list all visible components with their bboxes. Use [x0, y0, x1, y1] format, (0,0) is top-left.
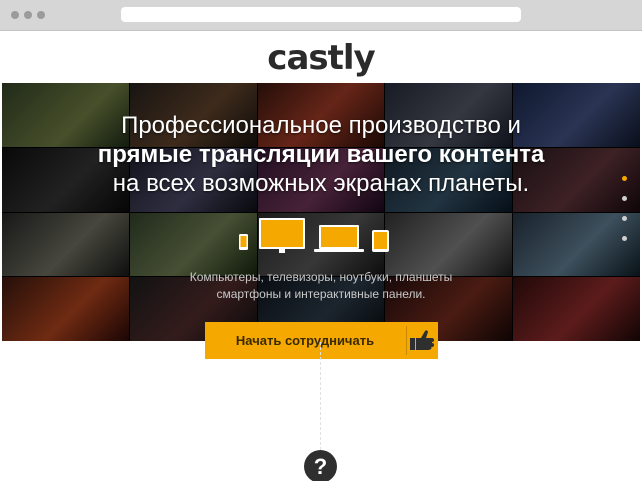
- hero-section: Профессиональное производство и прямые т…: [2, 83, 640, 341]
- window-close-dot[interactable]: [11, 11, 19, 19]
- slider-dots: [622, 176, 630, 246]
- hand-pointer-icon: [410, 330, 434, 350]
- address-bar[interactable]: [121, 7, 521, 22]
- page: castly Профессиональное производство и п…: [0, 31, 642, 481]
- subtitle-line-2: смартфоны и интерактивные панели.: [216, 287, 426, 301]
- slider-dot[interactable]: [622, 176, 627, 181]
- window-minimize-dot[interactable]: [24, 11, 32, 19]
- brand-logo[interactable]: castly: [0, 37, 642, 79]
- devices-icon: [239, 218, 389, 253]
- window-maximize-dot[interactable]: [37, 11, 45, 19]
- cta-label: Начать сотрудничать: [235, 333, 375, 348]
- cta-divider: [406, 326, 407, 355]
- question-icon[interactable]: ?: [304, 450, 337, 481]
- phone-icon: [239, 234, 248, 250]
- headline-line-1: Профессиональное производство и: [121, 112, 521, 139]
- laptop-icon: [314, 225, 364, 252]
- slider-dot[interactable]: [622, 236, 627, 241]
- start-cooperation-button[interactable]: Начать сотрудничать: [205, 322, 438, 359]
- slider-dot[interactable]: [622, 216, 627, 221]
- headline-line-3: на всех возможных экранах планеты.: [112, 170, 530, 197]
- browser-window: castly Профессиональное производство и п…: [0, 0, 642, 481]
- headline-line-2: прямые трансляции вашего контента: [97, 141, 545, 168]
- monitor-icon: [259, 218, 305, 253]
- subtitle-line-1: Компьютеры, телевизоры, ноутбуки, планше…: [189, 270, 453, 284]
- hero-subtitle: Компьютеры, телевизоры, ноутбуки, планше…: [2, 269, 640, 303]
- hero-headline: Профессиональное производство и прямые т…: [2, 111, 640, 198]
- slider-dot[interactable]: [622, 196, 627, 201]
- browser-toolbar: [0, 0, 642, 31]
- tablet-icon: [372, 230, 389, 252]
- section-divider-line: [320, 342, 321, 450]
